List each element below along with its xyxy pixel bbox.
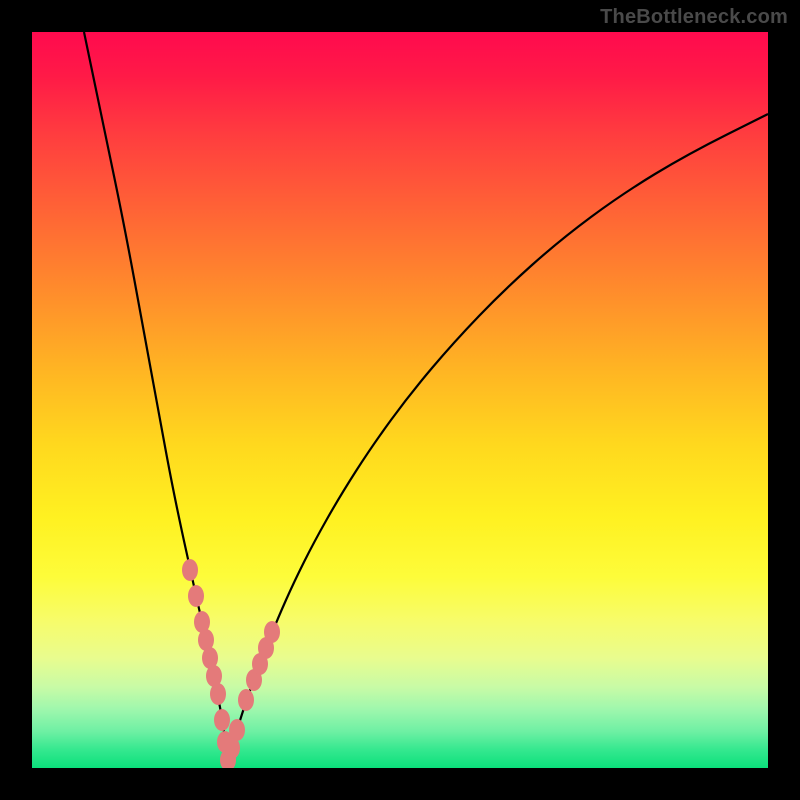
data-marker <box>264 621 280 643</box>
plot-area <box>32 32 768 768</box>
curve-right <box>228 114 768 762</box>
data-marker <box>238 689 254 711</box>
data-marker <box>210 683 226 705</box>
data-marker <box>188 585 204 607</box>
watermark-text: TheBottleneck.com <box>600 6 788 29</box>
data-marker <box>229 719 245 741</box>
chart-frame: TheBottleneck.com <box>0 0 800 800</box>
markers-right <box>224 621 280 759</box>
markers-left <box>182 559 236 768</box>
data-marker <box>182 559 198 581</box>
chart-svg <box>32 32 768 768</box>
data-marker <box>214 709 230 731</box>
